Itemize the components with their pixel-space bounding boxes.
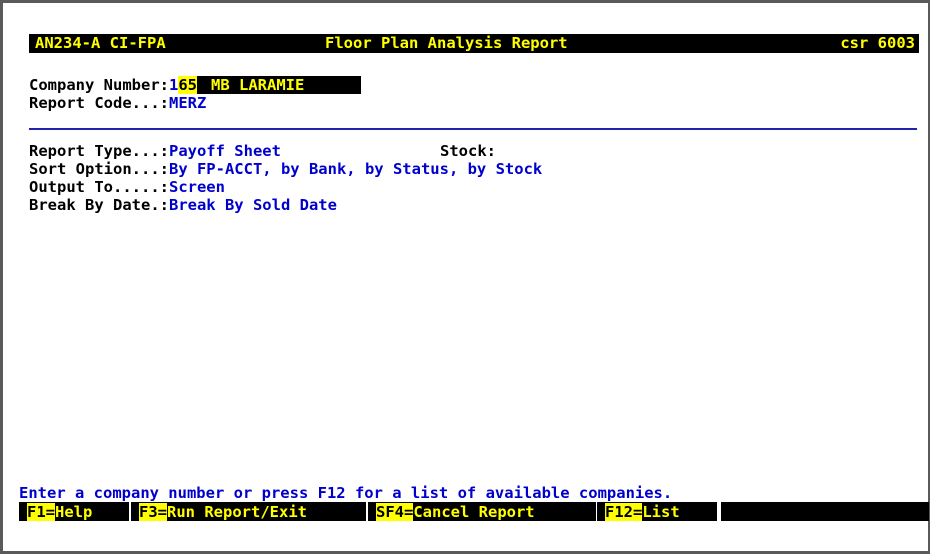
function-key-filler <box>721 502 929 521</box>
output-to-field[interactable]: Screen <box>169 178 225 196</box>
f3-key: F3= <box>139 502 167 521</box>
company-name: MB LARAMIE <box>197 76 361 94</box>
break-by-date-field[interactable]: Break By Sold Date <box>169 196 337 214</box>
sort-option-label: Sort Option...: <box>29 160 169 178</box>
report-code-field[interactable]: MERZ <box>169 94 206 112</box>
f3-label: Run Report/Exit <box>167 502 307 521</box>
company-number-row: Company Number:165 MB LARAMIE <box>29 76 361 94</box>
report-code-label: Report Code...: <box>29 94 169 112</box>
sf4-cancel-report-button[interactable]: SF4= Cancel Report <box>368 502 596 521</box>
f3-run-report-button[interactable]: F3= Run Report/Exit <box>131 502 366 521</box>
title-bar: AN234-A CI-FPA Floor Plan Analysis Repor… <box>29 34 919 53</box>
f12-list-button[interactable]: F12= List <box>597 502 717 521</box>
f1-label: Help <box>55 502 93 521</box>
sort-option-field[interactable]: By FP-ACCT, by Bank, by Status, by Stock <box>169 160 542 178</box>
f12-key: F12= <box>605 502 643 521</box>
company-number-cursor: 65 <box>178 76 197 94</box>
program-id: AN234-A CI-FPA <box>35 34 166 52</box>
sf4-key: SF4= <box>376 502 414 521</box>
user-id: csr 6003 <box>840 34 915 52</box>
report-code-row: Report Code...:MERZ <box>29 94 206 112</box>
sf4-label: Cancel Report <box>413 502 535 521</box>
output-to-row: Output To.....:Screen <box>29 178 225 196</box>
stock-row: Stock: <box>440 142 496 160</box>
output-to-label: Output To.....: <box>29 178 169 196</box>
company-number-label: Company Number: <box>29 76 169 94</box>
screen-title: Floor Plan Analysis Report <box>325 34 568 52</box>
f12-label: List <box>642 502 680 521</box>
function-key-bar: F1= Help F3= Run Report/Exit SF4= Cancel Re… <box>19 502 929 521</box>
report-type-row: Report Type...:Payoff Sheet <box>29 142 281 160</box>
report-type-label: Report Type...: <box>29 142 169 160</box>
f1-key: F1= <box>27 502 55 521</box>
stock-label: Stock: <box>440 142 496 160</box>
company-number-prefix: 1 <box>168 76 179 94</box>
status-message: Enter a company number or press F12 for … <box>19 484 673 502</box>
company-number-field[interactable]: 165 <box>169 76 197 94</box>
f1-help-button[interactable]: F1= Help <box>19 502 129 521</box>
break-by-date-label: Break By Date.: <box>29 196 169 214</box>
report-type-field[interactable]: Payoff Sheet <box>169 142 281 160</box>
break-by-date-row: Break By Date.:Break By Sold Date <box>29 196 337 214</box>
separator-line <box>29 128 917 130</box>
sort-option-row: Sort Option...:By FP-ACCT, by Bank, by S… <box>29 160 542 178</box>
